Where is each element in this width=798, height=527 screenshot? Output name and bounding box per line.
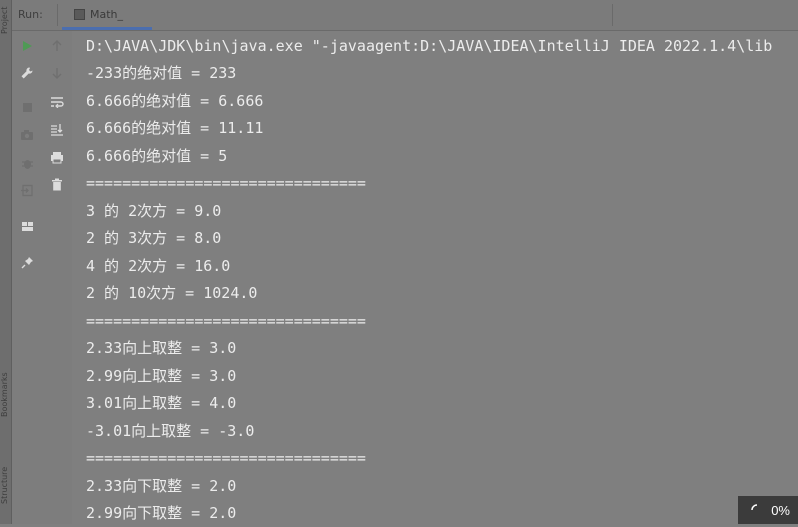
console-line: 3 的 2次方 = 9.0: [86, 202, 222, 220]
play-icon[interactable]: [18, 37, 36, 55]
console-separator-line: ===============================: [86, 449, 366, 467]
console-line: -3.01向上取整 = -3.0: [86, 422, 255, 440]
progress-indicator: 0%: [738, 496, 798, 524]
console-separator-line: ===============================: [86, 312, 366, 330]
down-arrow-icon[interactable]: [48, 64, 66, 82]
left-tool-strip: Project Bookmarks Structure: [0, 0, 12, 524]
tab-label: Math_: [90, 8, 124, 21]
wrench-icon[interactable]: [18, 64, 36, 82]
spinner-icon: [751, 504, 758, 511]
structure-tool-label[interactable]: Structure: [0, 455, 11, 515]
console-line: 6.666的绝对值 = 11.11: [86, 119, 264, 137]
console-line: 2.99向上取整 = 3.0: [86, 367, 237, 385]
up-arrow-icon[interactable]: [48, 37, 66, 55]
tab-math[interactable]: Math_: [62, 2, 152, 30]
print-icon[interactable]: [48, 148, 66, 166]
header-separator: [612, 4, 613, 26]
camera-icon[interactable]: [18, 126, 36, 144]
console-line: 3.01向上取整 = 4.0: [86, 394, 237, 412]
console-line: 2 的 3次方 = 8.0: [86, 229, 222, 247]
console-line: 4 的 2次方 = 16.0: [86, 257, 231, 275]
pin-icon[interactable]: [18, 253, 36, 271]
project-tool-label[interactable]: Project: [0, 0, 11, 40]
console-line: 2.99向下取整 = 2.0: [86, 504, 237, 522]
progress-text: 0%: [771, 502, 790, 518]
scroll-to-end-icon[interactable]: [48, 120, 66, 138]
exit-icon[interactable]: [18, 181, 36, 199]
debug-icon[interactable]: [18, 154, 36, 172]
console-line: 2 的 10次方 = 1024.0: [86, 284, 258, 302]
console-line: D:\JAVA\JDK\bin\java.exe "-javaagent:D:\…: [86, 37, 773, 55]
stop-icon[interactable]: [18, 98, 36, 116]
console-line: 6.666的绝对值 = 5: [86, 147, 228, 165]
console-output[interactable]: D:\JAVA\JDK\bin\java.exe "-javaagent:D:\…: [72, 31, 798, 524]
console-line: 2.33向上取整 = 3.0: [86, 339, 237, 357]
soft-wrap-icon[interactable]: [48, 93, 66, 111]
console-separator-line: ===============================: [86, 174, 366, 192]
console-tab-icon: [74, 9, 85, 20]
console-line: 6.666的绝对值 = 6.666: [86, 92, 264, 110]
trash-icon[interactable]: [48, 175, 66, 193]
console-line: 2.33向下取整 = 2.0: [86, 477, 237, 495]
run-panel-header: Run: Math_: [12, 0, 798, 31]
run-label: Run:: [18, 8, 43, 21]
console-line: -233的绝对值 = 233: [86, 64, 237, 82]
run-toolbar: [12, 31, 72, 524]
layout-icon[interactable]: [18, 217, 36, 235]
header-separator: [57, 4, 58, 26]
bookmarks-tool-label[interactable]: Bookmarks: [0, 365, 11, 425]
